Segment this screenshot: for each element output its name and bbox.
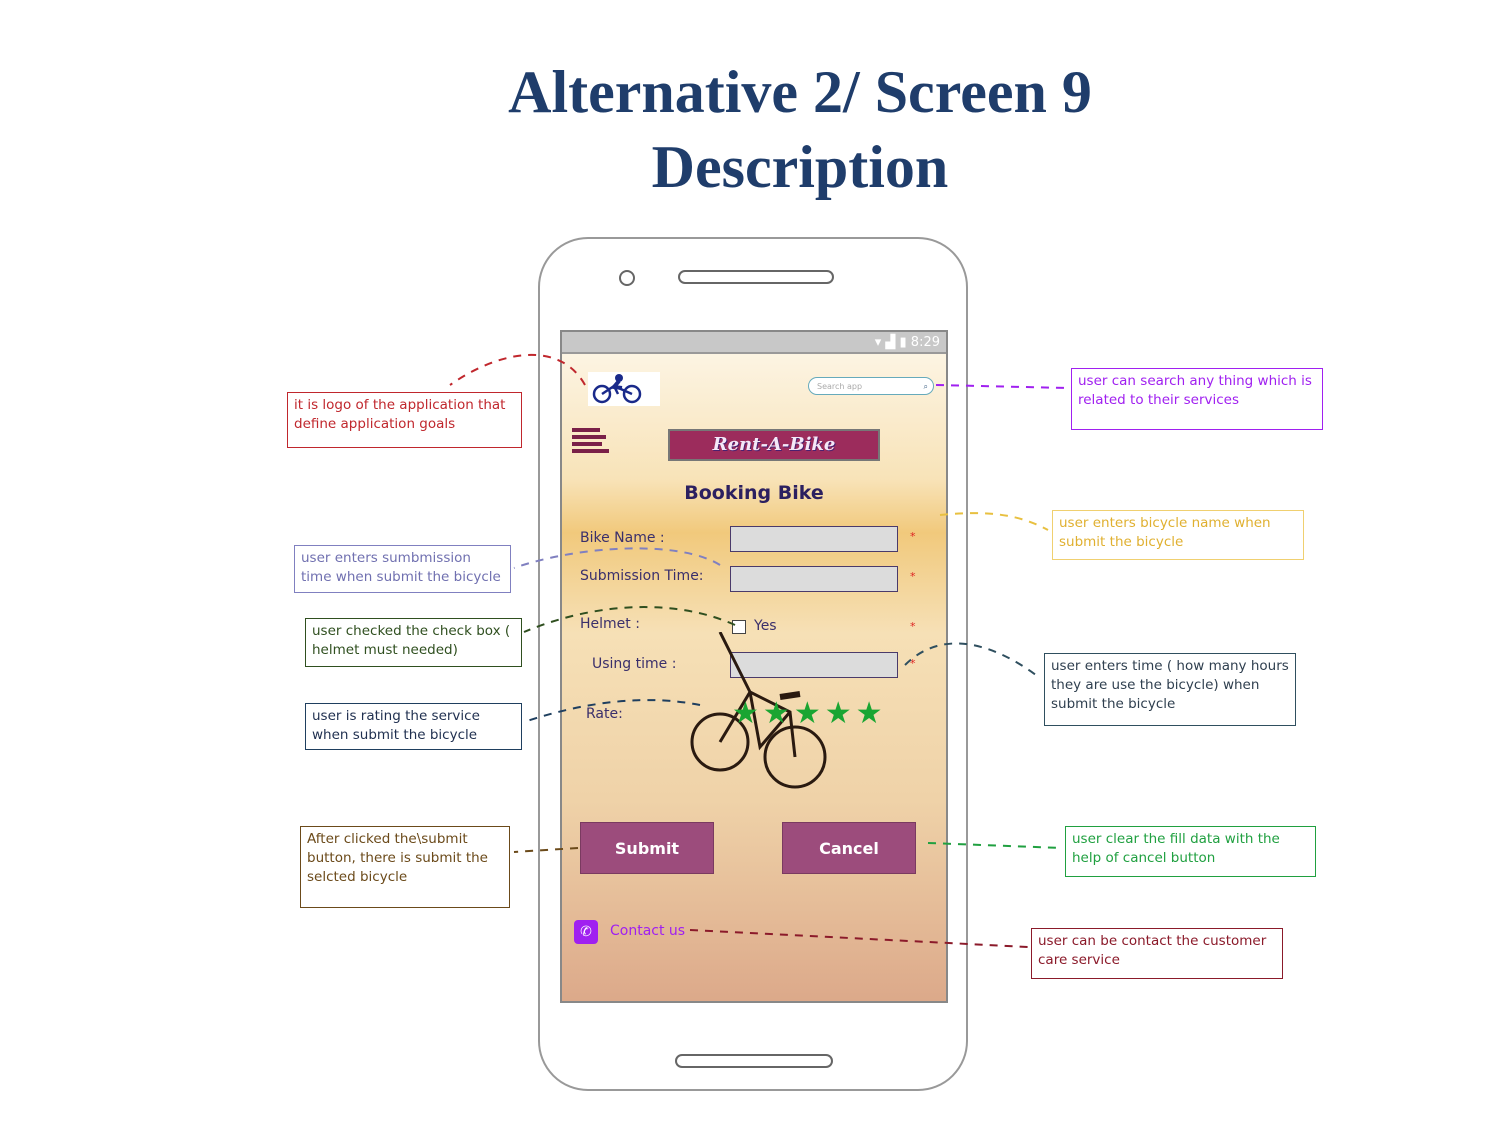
annotation-submission-time: user enters sumbmission time when submit… — [294, 545, 511, 593]
annotation-using-time: user enters time ( how many hours they a… — [1044, 653, 1296, 726]
annotation-helmet: user checked the check box ( helmet must… — [305, 618, 522, 667]
contact-connector — [689, 929, 1029, 948]
annotation-cancel: user clear the fill data with the help o… — [1065, 826, 1316, 877]
slide: Alternative 2/ Screen 9 Description ▾ ▟ … — [0, 0, 1500, 1125]
search-connector — [935, 384, 1069, 389]
annotation-bike-name: user enters bicycle name when submit the… — [1052, 510, 1304, 560]
annotation-contact: user can be contact the customer care se… — [1031, 928, 1283, 979]
annotation-submit: After clicked the\submit button, there i… — [300, 826, 510, 908]
helmet-connector — [523, 606, 736, 633]
annotation-search: user can search any thing which is relat… — [1071, 368, 1323, 430]
annotation-rate: user is rating the service when submit t… — [305, 703, 522, 750]
annotation-logo: it is logo of the application that defin… — [287, 392, 522, 448]
submission-connector — [513, 547, 721, 569]
submit-connector — [513, 847, 579, 853]
bike-name-connector — [939, 512, 1049, 531]
using-time-connector — [904, 642, 1041, 679]
cancel-connector — [927, 842, 1063, 849]
rate-connector — [523, 699, 701, 723]
logo-connector — [449, 354, 586, 386]
